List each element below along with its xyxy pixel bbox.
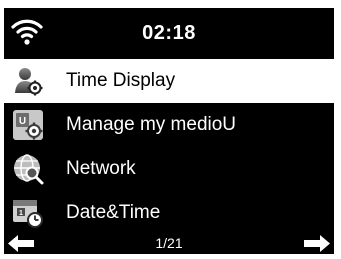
menu-item-network[interactable]: Network — [4, 147, 334, 191]
globe-search-icon — [14, 154, 44, 185]
menu-item-label: Manage my medioU — [66, 114, 237, 135]
person-gear-icon — [15, 68, 43, 96]
menu-item-label: Network — [66, 158, 136, 179]
svg-text:U: U — [19, 116, 26, 127]
device-gear-icon: U — [13, 110, 43, 140]
page-indicator: 1/21 — [155, 235, 183, 251]
status-bar: 02:18 — [4, 8, 334, 58]
settings-menu: Time Display U Manage my medioU Network … — [4, 59, 334, 235]
menu-item-manage-mediou[interactable]: U Manage my medioU — [4, 103, 334, 147]
arrow-right-icon[interactable] — [304, 235, 330, 252]
menu-item-label: Time Display — [66, 70, 176, 91]
footer-bar: 1/21 — [4, 233, 334, 254]
menu-item-label: Date&Time — [66, 202, 161, 223]
menu-item-date-time[interactable]: 1 Date&Time — [4, 191, 334, 235]
calendar-clock-icon: 1 — [13, 200, 43, 228]
clock: 02:18 — [142, 22, 196, 44]
svg-text:1: 1 — [19, 210, 23, 217]
menu-item-time-display[interactable]: Time Display — [4, 59, 334, 103]
radio-display: 02:18 Time Display U Manage my medioU Ne… — [4, 8, 334, 254]
